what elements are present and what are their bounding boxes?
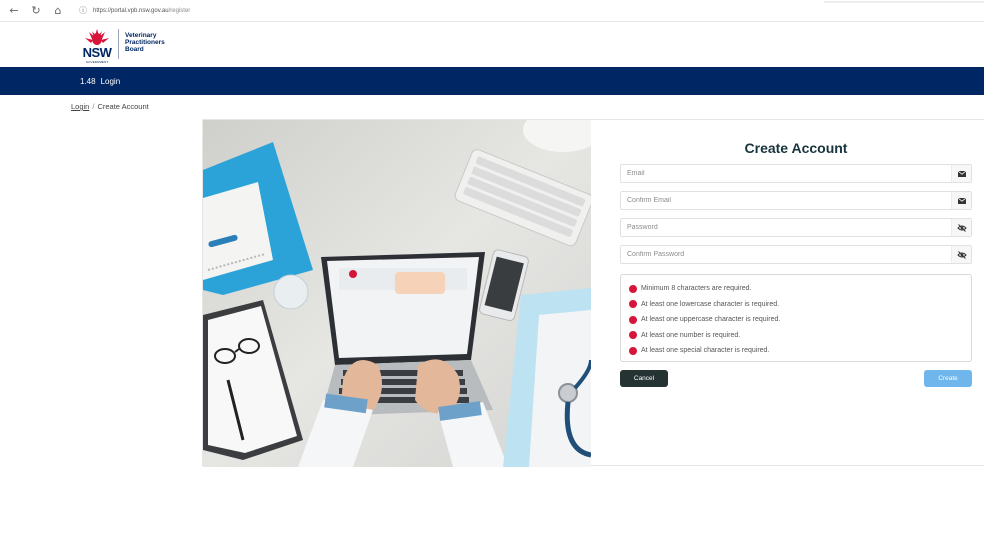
breadcrumb-current: Create Account	[97, 102, 149, 111]
hero-image	[203, 120, 591, 467]
nsw-wordmark: NSW	[82, 45, 112, 60]
breadcrumb: Login / Create Account	[71, 102, 149, 111]
refresh-icon[interactable]: ↻	[28, 3, 44, 19]
board-name-line2: Practitioners	[125, 39, 165, 46]
error-dot-icon	[629, 346, 637, 355]
nav-login-link[interactable]: Login	[101, 77, 121, 86]
password-requirements: Minimum 8 characters are required. At le…	[620, 274, 972, 362]
requirement-item: At least one lowercase character is requ…	[629, 297, 971, 313]
main-navbar: 1.48 Login	[0, 67, 984, 95]
url-host: https://portal.vpb.nsw.gov.au	[93, 7, 169, 14]
requirement-item: At least one number is required.	[629, 328, 971, 344]
toolbar-divider	[824, 1, 984, 3]
confirm-password-field[interactable]	[620, 245, 972, 264]
confirm-email-field[interactable]	[620, 191, 972, 210]
error-dot-icon	[629, 284, 637, 293]
password-input[interactable]	[621, 219, 941, 236]
url-path: /register	[168, 7, 191, 14]
logo-divider	[118, 29, 119, 59]
requirement-text: At least one uppercase character is requ…	[641, 316, 781, 324]
email-input[interactable]	[621, 165, 941, 182]
nsw-government-logo: NSW GOVERNMENT	[82, 27, 112, 64]
requirement-item: Minimum 8 characters are required.	[629, 281, 971, 297]
cancel-button[interactable]: Cancel	[620, 370, 668, 387]
requirement-item: At least one uppercase character is requ…	[629, 312, 971, 328]
create-button[interactable]: Create	[924, 370, 972, 387]
breadcrumb-login-link[interactable]: Login	[71, 102, 89, 111]
eye-slash-icon[interactable]	[951, 246, 971, 263]
password-field[interactable]	[620, 218, 972, 237]
requirement-text: At least one special character is requir…	[641, 347, 770, 355]
version-label: 1.48	[80, 76, 96, 86]
browser-toolbar: ← ↻ ⌂ ⓘ https://portal.vpb.nsw.gov.au/re…	[0, 0, 984, 22]
email-field[interactable]	[620, 164, 972, 183]
home-icon[interactable]: ⌂	[50, 3, 66, 19]
create-account-form: Create Account Email Confirm Email Minim…	[620, 120, 972, 467]
nsw-vpb-logo[interactable]: NSW GOVERNMENT Veterinary Practitioners …	[82, 27, 165, 64]
back-arrow-icon[interactable]: ←	[6, 3, 22, 19]
requirement-text: At least one number is required.	[641, 331, 741, 339]
board-name: Veterinary Practitioners Board	[125, 32, 165, 53]
confirm-password-input[interactable]	[621, 246, 941, 263]
error-dot-icon	[629, 315, 637, 324]
eye-slash-icon[interactable]	[951, 219, 971, 236]
waratah-icon	[82, 27, 112, 47]
address-bar[interactable]: ⓘ https://portal.vpb.nsw.gov.au/register	[78, 3, 190, 19]
board-name-line1: Veterinary	[125, 32, 157, 39]
envelope-icon	[951, 192, 971, 209]
government-label: GOVERNMENT	[85, 60, 109, 64]
requirement-text: Minimum 8 characters are required.	[641, 285, 752, 293]
form-title: Create Account	[744, 140, 848, 156]
board-name-line3: Board	[125, 46, 144, 53]
breadcrumb-separator: /	[92, 102, 95, 111]
site-header: NSW GOVERNMENT Veterinary Practitioners …	[0, 22, 984, 67]
page-info-icon[interactable]: ⓘ	[78, 6, 88, 16]
confirm-email-input[interactable]	[621, 192, 941, 209]
envelope-icon	[951, 165, 971, 182]
error-dot-icon	[629, 300, 637, 309]
create-account-card: Create Account Email Confirm Email Minim…	[202, 119, 984, 467]
error-dot-icon	[629, 331, 637, 340]
requirement-text: At least one lowercase character is requ…	[641, 300, 780, 308]
requirement-item: At least one special character is requir…	[629, 343, 971, 359]
